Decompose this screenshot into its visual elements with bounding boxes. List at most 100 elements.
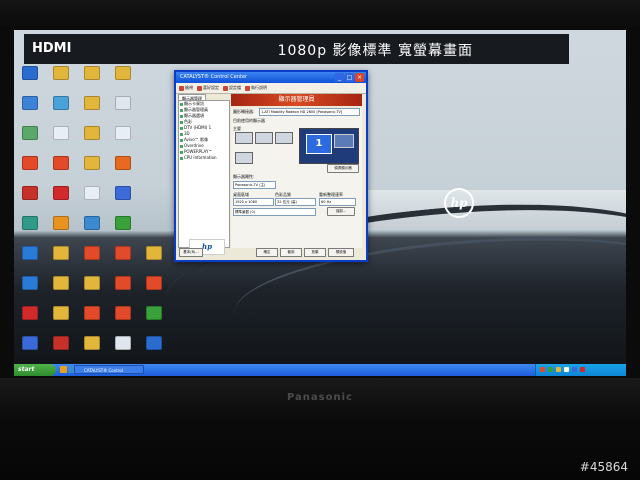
- ok-button[interactable]: 確定: [256, 248, 278, 257]
- tree-item[interactable]: CPU Information: [179, 155, 229, 161]
- desktop-icon[interactable]: [18, 186, 42, 201]
- desktop-icon-image: [84, 246, 100, 260]
- desktop-icon-image: [22, 306, 38, 320]
- desktop-icon[interactable]: [111, 276, 135, 291]
- rotation-select[interactable]: 標準景觀 (0): [233, 208, 316, 216]
- maximize-button[interactable]: □: [345, 73, 354, 82]
- watermark: #45864: [579, 460, 628, 474]
- desktop-icon[interactable]: [142, 336, 166, 351]
- desktop-icon[interactable]: [80, 336, 104, 351]
- desktop-icon[interactable]: [18, 306, 42, 321]
- monitor-icon[interactable]: [255, 132, 273, 144]
- basic-button[interactable]: 基本(B)...: [179, 248, 203, 257]
- desktop-icon[interactable]: [80, 306, 104, 321]
- desktop-icon[interactable]: [111, 66, 135, 81]
- desktop-icon-image: [84, 216, 100, 230]
- window-title-bar[interactable]: CATALYST® Control Center _ □ ×: [176, 72, 366, 83]
- desktop-icon-image: [53, 336, 69, 350]
- tray-icon[interactable]: [556, 367, 561, 372]
- minimize-button[interactable]: _: [335, 73, 344, 82]
- desktop-icon[interactable]: [111, 216, 135, 231]
- desktop-icon[interactable]: [80, 66, 104, 81]
- toolbar-view-button[interactable]: 檢視: [179, 85, 193, 91]
- desktop-icon-image: [22, 66, 38, 80]
- desktop-icon[interactable]: [49, 276, 73, 291]
- tray-icon[interactable]: [580, 367, 585, 372]
- desktop-icon[interactable]: [111, 336, 135, 351]
- taskbar-window-button[interactable]: CATALYST® Control: [74, 365, 144, 374]
- desktop-icon-image: [22, 276, 38, 290]
- desktop-icon[interactable]: [111, 126, 135, 141]
- graphics-adapter-select[interactable]: 1-ATI Mobility Radeon HD 2600 [Panasonic…: [259, 108, 360, 116]
- desktop-icon[interactable]: [49, 96, 73, 111]
- desktop-icon[interactable]: [18, 156, 42, 171]
- desktop-icon[interactable]: [49, 156, 73, 171]
- discard-button[interactable]: 放棄: [304, 248, 326, 257]
- desktop-icon[interactable]: [49, 66, 73, 81]
- display-manager-panel: 圖形轉接器: 1-ATI Mobility Radeon HD 2600 [Pa…: [231, 108, 362, 248]
- desktop-icon[interactable]: [49, 216, 73, 231]
- help-icon: [245, 85, 250, 91]
- desktop-icon[interactable]: [80, 186, 104, 201]
- apply-button[interactable]: 套用: [280, 248, 302, 257]
- desktop-icon-image: [53, 306, 69, 320]
- desktop-icon[interactable]: [80, 156, 104, 171]
- desktop-icon[interactable]: [49, 336, 73, 351]
- desktop-icon[interactable]: [80, 126, 104, 141]
- desktop-icon-image: [115, 66, 131, 80]
- tv-display-icon[interactable]: [235, 152, 253, 164]
- desktop-icon[interactable]: [142, 246, 166, 261]
- tray-icon[interactable]: [572, 367, 577, 372]
- desktop-icon[interactable]: [80, 276, 104, 291]
- desktop-icon-image: [146, 306, 162, 320]
- display-preview[interactable]: 1: [299, 128, 359, 164]
- desktop-icon[interactable]: [49, 186, 73, 201]
- graphics-adapter-label: 圖形轉接器:: [233, 109, 255, 114]
- monitor-select[interactable]: Panasonic-TV (主): [233, 181, 276, 189]
- tray-icon[interactable]: [540, 367, 545, 372]
- desktop-icon[interactable]: [18, 276, 42, 291]
- desktop-icon[interactable]: [49, 246, 73, 261]
- desktop-icon[interactable]: [80, 216, 104, 231]
- desktop-icon[interactable]: [142, 306, 166, 321]
- tray-icon[interactable]: [548, 367, 553, 372]
- start-button[interactable]: start: [14, 364, 56, 376]
- defaults-button[interactable]: 預設值: [328, 248, 354, 257]
- monitor-icon[interactable]: [235, 132, 253, 144]
- desktop-icon[interactable]: [18, 336, 42, 351]
- desktop-icon-image: [146, 336, 162, 350]
- desktop-icon[interactable]: [49, 306, 73, 321]
- desktop-icon[interactable]: [18, 126, 42, 141]
- desktop-icon[interactable]: [111, 186, 135, 201]
- close-button[interactable]: ×: [355, 73, 364, 82]
- desktop-icon[interactable]: [80, 96, 104, 111]
- toolbar-preferences-button[interactable]: 喜好設定: [197, 85, 219, 91]
- catalyst-window[interactable]: CATALYST® Control Center _ □ × 檢視 喜好設定 設…: [174, 70, 368, 262]
- force-button[interactable]: 強制...: [327, 207, 355, 216]
- desktop-icon[interactable]: [111, 246, 135, 261]
- desktop-icon[interactable]: [80, 246, 104, 261]
- desktop-icon[interactable]: [142, 276, 166, 291]
- desktop-icon[interactable]: [18, 246, 42, 261]
- desktop-icon-image: [22, 186, 38, 200]
- desktop-icon-image: [84, 336, 100, 350]
- desktop-icon[interactable]: [18, 66, 42, 81]
- detect-displays-button[interactable]: 偵測顯示器: [327, 164, 359, 173]
- tray-icon[interactable]: [564, 367, 569, 372]
- desktop-icon[interactable]: [18, 96, 42, 111]
- monitor-icon[interactable]: [275, 132, 293, 144]
- desktop-icon[interactable]: [111, 96, 135, 111]
- desktop-icon-image: [115, 276, 131, 290]
- taskbar: start CATALYST® Control: [14, 364, 626, 376]
- toolbar-profiles-button[interactable]: 設定檔: [223, 85, 241, 91]
- toolbar-help-button[interactable]: 執行說明: [245, 85, 267, 91]
- hp-logo-icon: hp: [444, 188, 474, 218]
- desktop-icon[interactable]: [18, 216, 42, 231]
- desktop-icon[interactable]: [49, 126, 73, 141]
- color-quality-select[interactable]: 32 位元 (高): [275, 198, 316, 206]
- desktop-icon[interactable]: [111, 156, 135, 171]
- refresh-rate-select[interactable]: 60 Hz: [319, 198, 356, 206]
- resolution-select[interactable]: 1920 x 1080: [233, 198, 274, 206]
- quick-launch-icon[interactable]: [60, 366, 67, 373]
- desktop-icon[interactable]: [111, 306, 135, 321]
